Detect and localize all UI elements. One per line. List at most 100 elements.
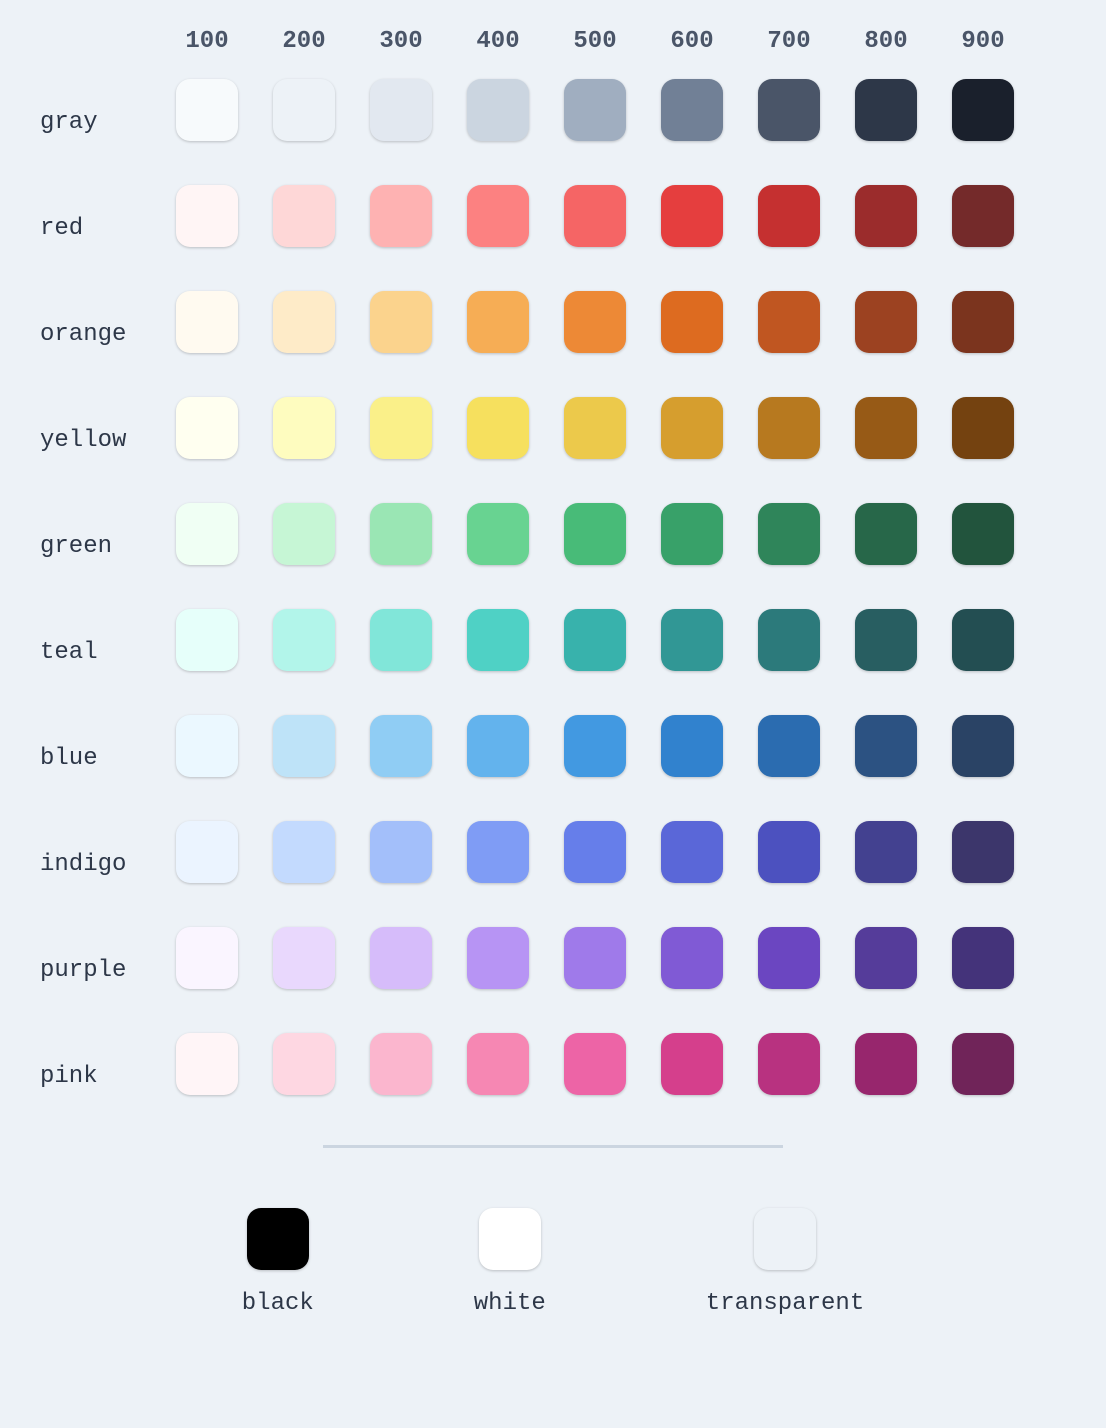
swatch-gray-100[interactable] xyxy=(176,79,238,141)
row-label-yellow: yellow xyxy=(34,427,126,460)
swatch-gray-600[interactable] xyxy=(661,79,723,141)
swatch-yellow-700[interactable] xyxy=(758,397,820,459)
swatch-purple-200[interactable] xyxy=(273,927,335,989)
swatch-green-100[interactable] xyxy=(176,503,238,565)
swatch-purple-700[interactable] xyxy=(758,927,820,989)
swatch-teal-300[interactable] xyxy=(370,609,432,671)
swatch-indigo-700[interactable] xyxy=(758,821,820,883)
swatch-blue-200[interactable] xyxy=(273,715,335,777)
swatch-orange-700[interactable] xyxy=(758,291,820,353)
swatch-blue-100[interactable] xyxy=(176,715,238,777)
shade-header-200: 200 xyxy=(282,28,325,65)
swatch-purple-500[interactable] xyxy=(564,927,626,989)
swatch-yellow-100[interactable] xyxy=(176,397,238,459)
swatch-indigo-600[interactable] xyxy=(661,821,723,883)
row-label-green: green xyxy=(34,533,112,566)
swatch-indigo-900[interactable] xyxy=(952,821,1014,883)
swatch-gray-700[interactable] xyxy=(758,79,820,141)
swatch-blue-300[interactable] xyxy=(370,715,432,777)
swatch-yellow-800[interactable] xyxy=(855,397,917,459)
swatch-pink-800[interactable] xyxy=(855,1033,917,1095)
swatch-purple-800[interactable] xyxy=(855,927,917,989)
swatch-gray-200[interactable] xyxy=(273,79,335,141)
swatch-yellow-300[interactable] xyxy=(370,397,432,459)
swatch-red-700[interactable] xyxy=(758,185,820,247)
swatch-indigo-100[interactable] xyxy=(176,821,238,883)
swatch-pink-100[interactable] xyxy=(176,1033,238,1095)
swatch-teal-700[interactable] xyxy=(758,609,820,671)
swatch-green-700[interactable] xyxy=(758,503,820,565)
swatch-pink-600[interactable] xyxy=(661,1033,723,1095)
swatch-green-200[interactable] xyxy=(273,503,335,565)
extra-label-white: white xyxy=(474,1290,546,1317)
swatch-teal-100[interactable] xyxy=(176,609,238,671)
swatch-red-300[interactable] xyxy=(370,185,432,247)
swatch-pink-900[interactable] xyxy=(952,1033,1014,1095)
swatch-yellow-600[interactable] xyxy=(661,397,723,459)
swatch-teal-200[interactable] xyxy=(273,609,335,671)
row-label-red: red xyxy=(34,215,83,248)
swatch-orange-200[interactable] xyxy=(273,291,335,353)
swatch-indigo-400[interactable] xyxy=(467,821,529,883)
swatch-red-600[interactable] xyxy=(661,185,723,247)
swatch-blue-500[interactable] xyxy=(564,715,626,777)
swatch-teal-900[interactable] xyxy=(952,609,1014,671)
swatch-blue-900[interactable] xyxy=(952,715,1014,777)
swatch-black[interactable] xyxy=(247,1208,309,1270)
swatch-gray-400[interactable] xyxy=(467,79,529,141)
swatch-yellow-400[interactable] xyxy=(467,397,529,459)
swatch-purple-100[interactable] xyxy=(176,927,238,989)
swatch-gray-500[interactable] xyxy=(564,79,626,141)
swatch-teal-500[interactable] xyxy=(564,609,626,671)
swatch-teal-600[interactable] xyxy=(661,609,723,671)
swatch-transparent[interactable] xyxy=(754,1208,816,1270)
swatch-blue-800[interactable] xyxy=(855,715,917,777)
swatch-orange-600[interactable] xyxy=(661,291,723,353)
swatch-green-600[interactable] xyxy=(661,503,723,565)
swatch-red-400[interactable] xyxy=(467,185,529,247)
swatch-red-200[interactable] xyxy=(273,185,335,247)
swatch-orange-400[interactable] xyxy=(467,291,529,353)
swatch-orange-900[interactable] xyxy=(952,291,1014,353)
swatch-gray-900[interactable] xyxy=(952,79,1014,141)
swatch-indigo-800[interactable] xyxy=(855,821,917,883)
swatch-purple-900[interactable] xyxy=(952,927,1014,989)
swatch-indigo-200[interactable] xyxy=(273,821,335,883)
shade-header-100: 100 xyxy=(185,28,228,65)
swatch-green-300[interactable] xyxy=(370,503,432,565)
swatch-blue-700[interactable] xyxy=(758,715,820,777)
swatch-orange-100[interactable] xyxy=(176,291,238,353)
swatch-pink-500[interactable] xyxy=(564,1033,626,1095)
swatch-red-100[interactable] xyxy=(176,185,238,247)
swatch-green-900[interactable] xyxy=(952,503,1014,565)
swatch-white[interactable] xyxy=(479,1208,541,1270)
swatch-pink-200[interactable] xyxy=(273,1033,335,1095)
swatch-green-500[interactable] xyxy=(564,503,626,565)
swatch-red-900[interactable] xyxy=(952,185,1014,247)
swatch-purple-400[interactable] xyxy=(467,927,529,989)
swatch-gray-300[interactable] xyxy=(370,79,432,141)
swatch-red-800[interactable] xyxy=(855,185,917,247)
swatch-pink-300[interactable] xyxy=(370,1033,432,1095)
swatch-teal-400[interactable] xyxy=(467,609,529,671)
swatch-blue-600[interactable] xyxy=(661,715,723,777)
swatch-indigo-300[interactable] xyxy=(370,821,432,883)
swatch-red-500[interactable] xyxy=(564,185,626,247)
swatch-pink-400[interactable] xyxy=(467,1033,529,1095)
swatch-purple-600[interactable] xyxy=(661,927,723,989)
swatch-pink-700[interactable] xyxy=(758,1033,820,1095)
swatch-gray-800[interactable] xyxy=(855,79,917,141)
swatch-orange-800[interactable] xyxy=(855,291,917,353)
shade-header-700: 700 xyxy=(767,28,810,65)
swatch-yellow-500[interactable] xyxy=(564,397,626,459)
swatch-blue-400[interactable] xyxy=(467,715,529,777)
swatch-green-400[interactable] xyxy=(467,503,529,565)
swatch-teal-800[interactable] xyxy=(855,609,917,671)
swatch-orange-500[interactable] xyxy=(564,291,626,353)
swatch-yellow-200[interactable] xyxy=(273,397,335,459)
swatch-green-800[interactable] xyxy=(855,503,917,565)
swatch-indigo-500[interactable] xyxy=(564,821,626,883)
swatch-yellow-900[interactable] xyxy=(952,397,1014,459)
swatch-orange-300[interactable] xyxy=(370,291,432,353)
swatch-purple-300[interactable] xyxy=(370,927,432,989)
